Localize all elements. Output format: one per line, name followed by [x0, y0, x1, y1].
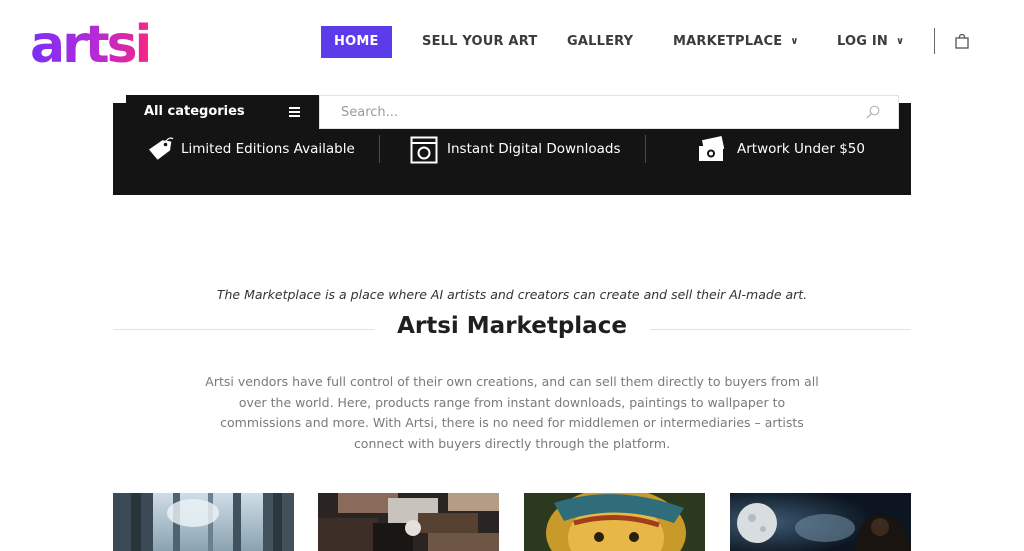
download-frame-icon	[410, 136, 438, 164]
price-tag-icon	[148, 137, 174, 160]
feature-under-50: Artwork Under $50	[698, 134, 878, 164]
nav-gallery[interactable]: GALLERY	[567, 26, 633, 58]
feature-limited-editions: Limited Editions Available	[146, 134, 366, 164]
nav-divider	[934, 28, 935, 54]
nav-log-in[interactable]: LOG IN ∨	[837, 26, 904, 58]
feature-label: Instant Digital Downloads	[447, 141, 621, 157]
artwork-tile-moon-night[interactable]	[730, 493, 911, 551]
nav-gallery-label: GALLERY	[567, 34, 634, 49]
nav-home[interactable]: HOME	[321, 26, 392, 58]
feature-divider	[379, 135, 380, 163]
search-icon[interactable]	[866, 105, 880, 119]
marketplace-tagline: The Marketplace is a place where AI arti…	[216, 287, 808, 302]
nav-marketplace[interactable]: MARKETPLACE ∨	[673, 26, 799, 58]
site-header: artsi HOME SELL YOUR ART GALLERY MARKETP…	[0, 0, 1024, 84]
feature-divider	[645, 135, 646, 163]
nav-sell-label: SELL YOUR ART	[422, 34, 538, 49]
artwork-tile-abstract-portrait[interactable]	[318, 493, 499, 551]
nav-login-label: LOG IN	[837, 34, 888, 49]
artwork-tile-colorful-face[interactable]	[524, 493, 705, 551]
nav-home-label: HOME	[334, 34, 379, 49]
artsi-logo[interactable]: artsi	[30, 16, 172, 68]
marketplace-description: Artsi vendors have full control of their…	[205, 374, 819, 451]
chevron-down-icon: ∨	[790, 36, 799, 47]
search-input[interactable]	[320, 96, 840, 128]
nav-sell-your-art[interactable]: SELL YOUR ART	[422, 26, 537, 58]
feature-label: Artwork Under $50	[737, 141, 865, 157]
money-icon	[699, 136, 725, 161]
chevron-down-icon: ∨	[896, 36, 905, 47]
shopping-bag-icon[interactable]	[955, 34, 969, 49]
search-bar	[319, 95, 899, 129]
feature-instant-downloads: Instant Digital Downloads	[410, 134, 630, 164]
category-label: All categories	[144, 104, 245, 119]
feature-label: Limited Editions Available	[181, 141, 355, 157]
menu-icon	[289, 107, 300, 117]
svg-text:artsi: artsi	[30, 16, 149, 68]
nav-marketplace-label: MARKETPLACE	[673, 34, 783, 49]
page-title: Artsi Marketplace	[397, 313, 627, 339]
category-select[interactable]: All categories	[126, 95, 319, 129]
artwork-tile-forest[interactable]	[113, 493, 294, 551]
